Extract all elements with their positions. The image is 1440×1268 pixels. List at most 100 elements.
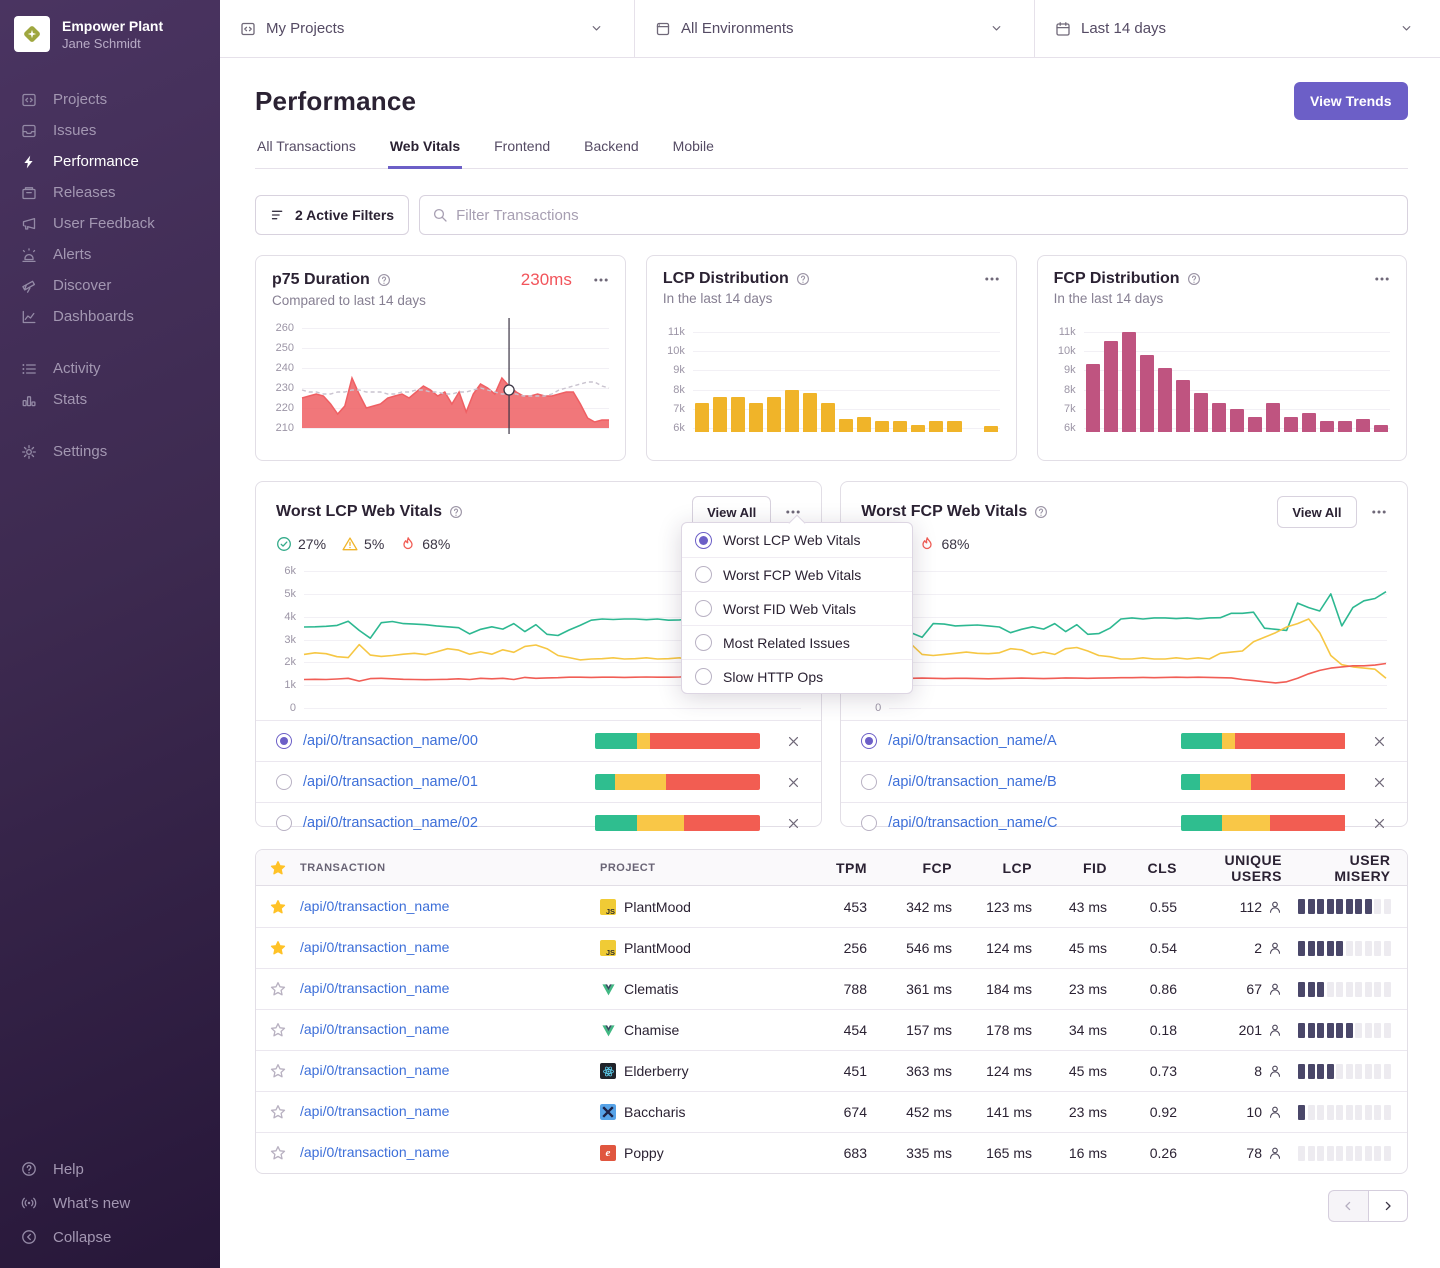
star-outline-icon[interactable] xyxy=(270,1063,286,1079)
tab-web-vitals[interactable]: Web Vitals xyxy=(388,138,462,169)
transaction-radio[interactable] xyxy=(861,774,877,790)
transaction-link[interactable]: /api/0/transaction_name/02 xyxy=(303,815,478,831)
sidebar-item-user-feedback[interactable]: User Feedback xyxy=(20,208,220,239)
star-filled-icon[interactable] xyxy=(270,940,286,956)
close-icon[interactable] xyxy=(1372,775,1387,790)
more-options-icon[interactable] xyxy=(1374,271,1390,287)
vitals-badge-warning: 5% xyxy=(342,536,384,552)
tab-frontend[interactable]: Frontend xyxy=(492,138,552,168)
transaction-link[interactable]: /api/0/transaction_name xyxy=(300,939,449,955)
org-switcher[interactable]: Empower Plant Jane Schmidt xyxy=(0,0,220,62)
column-header-fid[interactable]: FID xyxy=(1048,860,1123,876)
sidebar-item-performance[interactable]: Performance xyxy=(20,146,220,177)
sidebar-item-collapse[interactable]: Collapse xyxy=(20,1220,220,1254)
sidebar-item-activity[interactable]: Activity xyxy=(20,353,220,384)
sidebar-item-settings[interactable]: Settings xyxy=(20,436,220,467)
transaction-radio[interactable] xyxy=(276,774,292,790)
column-header-tpm[interactable]: TPM xyxy=(813,860,883,876)
y-axis-label: 1k xyxy=(284,679,296,691)
sidebar-item-issues[interactable]: Issues xyxy=(20,115,220,146)
sidebar-item-releases[interactable]: Releases xyxy=(20,177,220,208)
star-filled-icon[interactable] xyxy=(270,899,286,915)
star-outline-icon[interactable] xyxy=(270,1145,286,1161)
transaction-link[interactable]: /api/0/transaction_name/A xyxy=(888,733,1056,749)
menu-item-worst-fid-web-vitals[interactable]: Worst FID Web Vitals xyxy=(682,591,912,625)
global-filter-my-projects[interactable]: My Projects xyxy=(220,0,635,57)
transaction-link[interactable]: /api/0/transaction_name/00 xyxy=(303,733,478,749)
tab-mobile[interactable]: Mobile xyxy=(671,138,716,168)
menu-item-radio[interactable] xyxy=(695,668,712,685)
close-icon[interactable] xyxy=(1372,734,1387,749)
global-filter-all-environments[interactable]: All Environments xyxy=(635,0,1035,57)
transaction-link[interactable]: /api/0/transaction_name/01 xyxy=(303,774,478,790)
transaction-link[interactable]: /api/0/transaction_name xyxy=(300,980,449,996)
menu-item-radio[interactable] xyxy=(695,600,712,617)
more-options-icon[interactable] xyxy=(984,271,1000,287)
menu-item-slow-http-ops[interactable]: Slow HTTP Ops xyxy=(682,659,912,693)
help-icon[interactable] xyxy=(1187,272,1201,286)
misery-segment xyxy=(1384,1023,1391,1038)
discover-icon xyxy=(20,278,38,294)
transaction-link[interactable]: /api/0/transaction_name/C xyxy=(888,815,1057,831)
view-all-button[interactable]: View All xyxy=(1277,496,1356,528)
star-outline-icon[interactable] xyxy=(270,981,286,997)
next-page-button[interactable] xyxy=(1368,1190,1408,1222)
transaction-radio[interactable] xyxy=(276,733,292,749)
column-header-project[interactable]: PROJECT xyxy=(600,862,813,874)
misery-segment xyxy=(1365,1023,1372,1038)
column-header-unique-users[interactable]: UNIQUE USERS xyxy=(1193,852,1298,884)
menu-item-worst-lcp-web-vitals[interactable]: Worst LCP Web Vitals xyxy=(682,523,912,557)
close-icon[interactable] xyxy=(1372,816,1387,831)
column-header-fcp[interactable]: FCP xyxy=(883,860,968,876)
close-icon[interactable] xyxy=(786,775,801,790)
menu-item-most-related-issues[interactable]: Most Related Issues xyxy=(682,625,912,659)
global-filter-label: My Projects xyxy=(266,20,589,37)
column-header-user-misery[interactable]: USER MISERY xyxy=(1298,852,1407,884)
column-header-cls[interactable]: CLS xyxy=(1123,860,1193,876)
fid-cell: 34 ms xyxy=(1048,1022,1123,1038)
misery-segment xyxy=(1374,941,1381,956)
menu-item-radio[interactable] xyxy=(695,532,712,549)
more-options-icon[interactable] xyxy=(593,272,609,288)
transaction-link[interactable]: /api/0/transaction_name xyxy=(300,1103,449,1119)
transaction-link[interactable]: /api/0/transaction_name xyxy=(300,898,449,914)
close-icon[interactable] xyxy=(786,816,801,831)
tab-backend[interactable]: Backend xyxy=(582,138,640,168)
previous-page-button[interactable] xyxy=(1328,1190,1368,1222)
global-filter-last-14-days[interactable]: Last 14 days xyxy=(1035,0,1440,57)
menu-item-radio[interactable] xyxy=(695,566,712,583)
sidebar-item-alerts[interactable]: Alerts xyxy=(20,239,220,270)
column-header-transaction[interactable]: TRANSACTION xyxy=(300,862,600,874)
star-outline-icon[interactable] xyxy=(270,1022,286,1038)
search-input[interactable] xyxy=(456,207,1394,224)
transaction-link[interactable]: /api/0/transaction_name/B xyxy=(888,774,1056,790)
star-outline-icon[interactable] xyxy=(270,1104,286,1120)
active-filters-button[interactable]: 2 Active Filters xyxy=(255,195,409,235)
tab-all-transactions[interactable]: All Transactions xyxy=(255,138,358,168)
sidebar-item-projects[interactable]: Projects xyxy=(20,84,220,115)
transaction-radio[interactable] xyxy=(861,733,877,749)
cls-cell: 0.73 xyxy=(1123,1063,1193,1079)
sidebar-item-stats[interactable]: Stats xyxy=(20,384,220,415)
transaction-link[interactable]: /api/0/transaction_name xyxy=(300,1144,449,1160)
close-icon[interactable] xyxy=(786,734,801,749)
transaction-link[interactable]: /api/0/transaction_name xyxy=(300,1021,449,1037)
help-icon[interactable] xyxy=(377,273,391,287)
transaction-link[interactable]: /api/0/transaction_name xyxy=(300,1062,449,1078)
more-options-icon[interactable] xyxy=(1371,504,1387,520)
sidebar-item-dashboards[interactable]: Dashboards xyxy=(20,301,220,332)
sidebar-item-help[interactable]: Help xyxy=(20,1152,220,1186)
transaction-radio[interactable] xyxy=(276,815,292,831)
column-header-lcp[interactable]: LCP xyxy=(968,860,1048,876)
sidebar-item-discover[interactable]: Discover xyxy=(20,270,220,301)
transaction-radio[interactable] xyxy=(861,815,877,831)
menu-item-radio[interactable] xyxy=(695,634,712,651)
column-header-star[interactable] xyxy=(256,860,300,876)
view-trends-button[interactable]: View Trends xyxy=(1294,82,1407,120)
vitals-card-header: Worst FCP Web VitalsView All xyxy=(841,496,1406,528)
help-icon[interactable] xyxy=(796,272,810,286)
sidebar-item-what-s-new[interactable]: What’s new xyxy=(20,1186,220,1220)
footer-nav: HelpWhat’s newCollapse xyxy=(0,1152,220,1254)
misery-segment xyxy=(1346,982,1353,997)
menu-item-worst-fcp-web-vitals[interactable]: Worst FCP Web Vitals xyxy=(682,557,912,591)
